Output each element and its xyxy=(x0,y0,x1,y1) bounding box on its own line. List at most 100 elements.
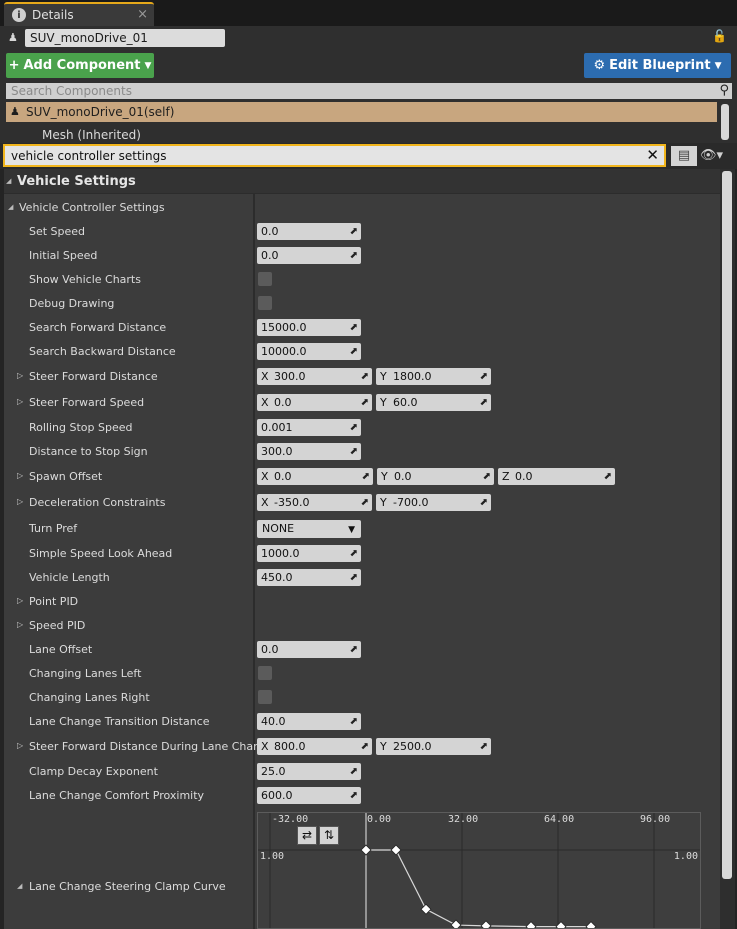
expand-arrow-icon[interactable]: ▷ xyxy=(17,371,23,380)
drag-arrows-icon[interactable]: ⬈ xyxy=(480,739,488,754)
zoom-fit-horizontal-icon[interactable]: ⇄ xyxy=(297,826,317,845)
drag-arrows-icon[interactable]: ⬈ xyxy=(361,395,369,410)
numeric-field[interactable]: 1000.0 ⬈ xyxy=(257,545,361,562)
category-vehicle-settings[interactable]: Vehicle Settings xyxy=(4,169,720,194)
numeric-field[interactable]: 0.0 ⬈ xyxy=(257,247,361,264)
search-icon[interactable]: ⚲ xyxy=(719,83,729,98)
components-scrollbar[interactable] xyxy=(721,104,729,140)
checkbox[interactable] xyxy=(258,690,272,704)
edit-blueprint-button[interactable]: ⚙ Edit Blueprint ▼ xyxy=(584,53,731,78)
drag-arrows-icon[interactable]: ⬈ xyxy=(361,495,369,510)
drag-arrows-icon[interactable]: ⬈ xyxy=(350,570,358,585)
curve-editor[interactable]: ⇄ ⇅ -32.00 0.00 32.00 64.00 96.00 1.00 1.00 xyxy=(257,812,701,929)
numeric-field[interactable]: 40.0 ⬈ xyxy=(257,713,361,730)
drag-arrows-icon[interactable]: ⬈ xyxy=(350,344,358,359)
axis-label: X xyxy=(261,496,269,509)
curve-key-point[interactable] xyxy=(420,903,432,915)
drag-arrows-icon[interactable]: ⬈ xyxy=(350,788,358,803)
axis-label: X xyxy=(261,740,269,753)
clear-icon[interactable]: ✕ xyxy=(646,146,659,164)
search-components-input[interactable]: Search Components xyxy=(6,83,732,99)
drag-arrows-icon[interactable]: ⬈ xyxy=(350,420,358,435)
turn-pref-dropdown[interactable]: NONE ▼ xyxy=(257,520,361,538)
drag-arrows-icon[interactable]: ⬈ xyxy=(361,369,369,384)
drag-arrows-icon[interactable]: ⬈ xyxy=(350,444,358,459)
numeric-field[interactable]: X 300.0 ⬈ xyxy=(257,368,372,385)
numeric-field[interactable]: 10000.0 ⬈ xyxy=(257,343,361,360)
numeric-field[interactable]: 0.0 ⬈ xyxy=(257,641,361,658)
curve-key-point[interactable] xyxy=(525,921,537,929)
drag-arrows-icon[interactable]: ⬈ xyxy=(350,546,358,561)
group-vehicle-controller-settings[interactable]: ◢ Vehicle Controller Settings xyxy=(4,196,720,220)
actor-name-field[interactable]: SUV_monoDrive_01 xyxy=(25,29,225,47)
numeric-field[interactable]: Y 1800.0 ⬈ xyxy=(376,368,491,385)
drag-arrows-icon[interactable]: ⬈ xyxy=(480,395,488,410)
zoom-fit-vertical-icon[interactable]: ⇅ xyxy=(319,826,339,845)
property-label: Steer Forward Distance xyxy=(29,370,158,383)
curve-key-point[interactable] xyxy=(450,919,462,929)
close-icon[interactable]: × xyxy=(137,7,148,22)
property-label: Rolling Stop Speed xyxy=(29,421,133,434)
component-self-item[interactable]: ♟ SUV_monoDrive_01(self) xyxy=(6,102,717,122)
details-scrollbar[interactable] xyxy=(720,169,735,929)
numeric-field[interactable]: X 0.0 ⬈ xyxy=(257,468,373,485)
expand-arrow-icon[interactable]: ▷ xyxy=(17,471,23,480)
expand-arrow-icon[interactable]: ▷ xyxy=(17,397,23,406)
axis-label: Z xyxy=(502,470,510,483)
checkbox[interactable] xyxy=(258,666,272,680)
drag-arrows-icon[interactable]: ⬈ xyxy=(480,495,488,510)
numeric-field[interactable]: 25.0 ⬈ xyxy=(257,763,361,780)
drag-arrows-icon[interactable]: ⬈ xyxy=(350,320,358,335)
drag-arrows-icon[interactable]: ⬈ xyxy=(361,739,369,754)
chevron-down-icon: ▼ xyxy=(144,60,152,71)
components-tree: ♟ SUV_monoDrive_01(self) Mesh (Inherited… xyxy=(0,100,737,146)
numeric-field[interactable]: Y -700.0 ⬈ xyxy=(376,494,491,511)
add-component-button[interactable]: + Add Component ▼ xyxy=(6,53,154,78)
property-label: Show Vehicle Charts xyxy=(29,273,141,286)
view-options-icon[interactable]: 👁▾ xyxy=(700,148,734,164)
numeric-field[interactable]: 15000.0 ⬈ xyxy=(257,319,361,336)
numeric-field[interactable]: 0.0 ⬈ xyxy=(257,223,361,240)
property-label: Spawn Offset xyxy=(29,470,103,483)
numeric-field[interactable]: 300.0 ⬈ xyxy=(257,443,361,460)
field-value: 1000.0 xyxy=(261,547,300,560)
drag-arrows-icon[interactable]: ⬈ xyxy=(350,714,358,729)
numeric-field[interactable]: X -350.0 ⬈ xyxy=(257,494,372,511)
curve-key-point[interactable] xyxy=(360,844,372,856)
curve-key-point[interactable] xyxy=(585,921,597,929)
expand-arrow-icon[interactable]: ▷ xyxy=(17,741,23,750)
numeric-field[interactable]: 600.0 ⬈ xyxy=(257,787,361,804)
drag-arrows-icon[interactable]: ⬈ xyxy=(350,224,358,239)
numeric-field[interactable]: Y 2500.0 ⬈ xyxy=(376,738,491,755)
drag-arrows-icon[interactable]: ⬈ xyxy=(350,248,358,263)
property-label: Distance to Stop Sign xyxy=(29,445,148,458)
drag-arrows-icon[interactable]: ⬈ xyxy=(350,764,358,779)
component-mesh-item[interactable]: Mesh (Inherited) xyxy=(16,128,141,144)
numeric-field[interactable]: Z 0.0 ⬈ xyxy=(498,468,615,485)
drag-arrows-icon[interactable]: ⬈ xyxy=(483,469,491,484)
numeric-field[interactable]: 450.0 ⬈ xyxy=(257,569,361,586)
drag-arrows-icon[interactable]: ⬈ xyxy=(604,469,612,484)
tab-details[interactable]: i Details × xyxy=(4,2,154,26)
lock-icon[interactable]: 🔓 xyxy=(712,29,727,43)
drag-arrows-icon[interactable]: ⬈ xyxy=(362,469,370,484)
expand-arrow-icon[interactable]: ▷ xyxy=(17,497,23,506)
drag-arrows-icon[interactable]: ⬈ xyxy=(480,369,488,384)
drag-arrows-icon[interactable]: ⬈ xyxy=(350,642,358,657)
checkbox[interactable] xyxy=(258,296,272,310)
curve-key-point[interactable] xyxy=(480,920,492,929)
field-value: 800.0 xyxy=(274,740,306,753)
scrollbar-thumb[interactable] xyxy=(722,171,732,879)
numeric-field[interactable]: Y 60.0 ⬈ xyxy=(376,394,491,411)
expand-arrow-icon[interactable]: ▷ xyxy=(17,620,23,629)
numeric-field[interactable]: X 0.0 ⬈ xyxy=(257,394,372,411)
property-filter-input[interactable]: vehicle controller settings ✕ xyxy=(3,144,666,167)
numeric-field[interactable]: X 800.0 ⬈ xyxy=(257,738,372,755)
checkbox[interactable] xyxy=(258,272,272,286)
curve-key-point[interactable] xyxy=(390,844,402,856)
property-matrix-icon[interactable]: ▤ xyxy=(671,146,697,166)
numeric-field[interactable]: Y 0.0 ⬈ xyxy=(377,468,494,485)
chevron-down-icon: ▼ xyxy=(348,525,355,535)
numeric-field[interactable]: 0.001 ⬈ xyxy=(257,419,361,436)
expand-arrow-icon[interactable]: ▷ xyxy=(17,596,23,605)
